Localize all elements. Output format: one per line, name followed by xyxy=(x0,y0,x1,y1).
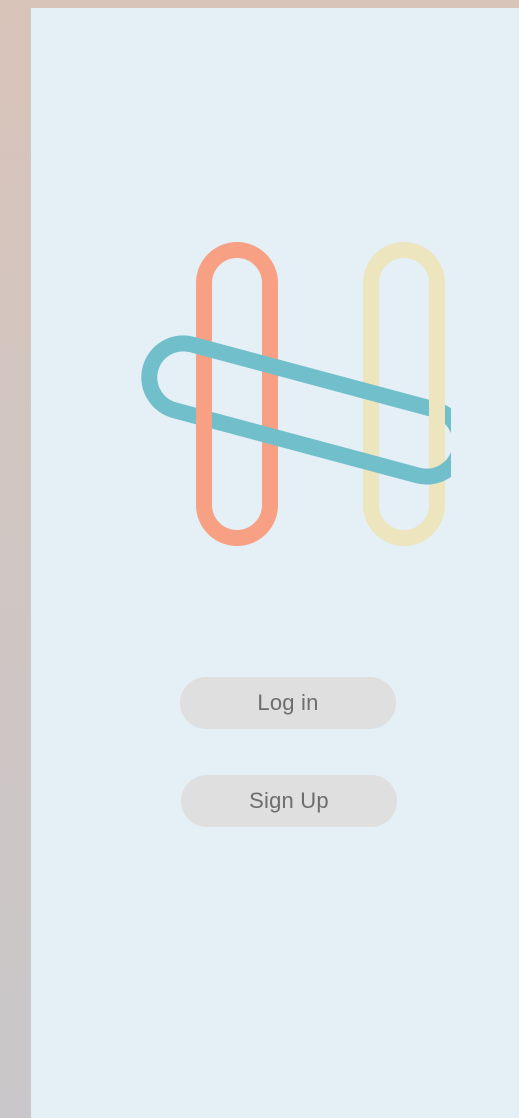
login-button[interactable]: Log in xyxy=(180,677,396,729)
logo-cross-loop xyxy=(141,335,451,485)
signup-button[interactable]: Sign Up xyxy=(181,775,397,827)
app-logo-icon xyxy=(141,242,451,546)
logo-left-loop xyxy=(196,242,278,546)
welcome-screen: Log in Sign Up xyxy=(31,8,519,1118)
